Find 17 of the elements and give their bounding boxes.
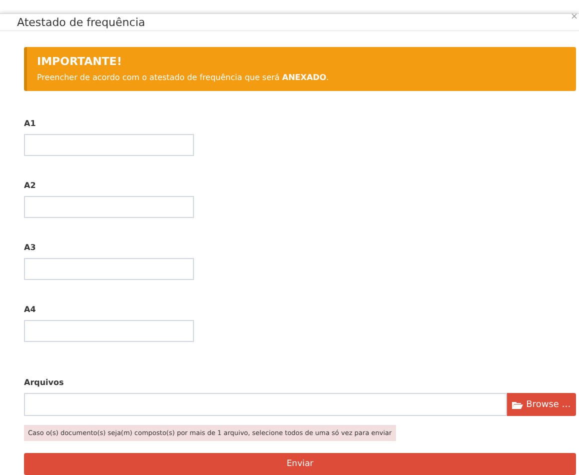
input-field[interactable]: [24, 258, 194, 280]
alert-heading: IMPORTANTE!: [37, 55, 123, 68]
field-label: A4: [24, 305, 37, 314]
folder-icon: [512, 400, 524, 408]
file-input-field[interactable]: [24, 393, 507, 416]
modal-title: Atestado de frequência: [17, 16, 146, 28]
input-field[interactable]: [24, 320, 194, 342]
field-label: Arquivos: [24, 378, 65, 387]
field-label: A3: [24, 243, 37, 252]
input-field[interactable]: [24, 196, 194, 218]
close-button[interactable]: ×: [570, 12, 578, 22]
input-field[interactable]: [24, 134, 194, 156]
field-label: A1: [24, 119, 37, 128]
field-label: A2: [24, 181, 37, 190]
submit-button[interactable]: Enviar: [24, 453, 576, 475]
browse-button[interactable]: Browse …: [507, 393, 576, 416]
alert-text: Preencher de acordo com o atestado de frequência que será ANEXADO.: [37, 73, 330, 82]
